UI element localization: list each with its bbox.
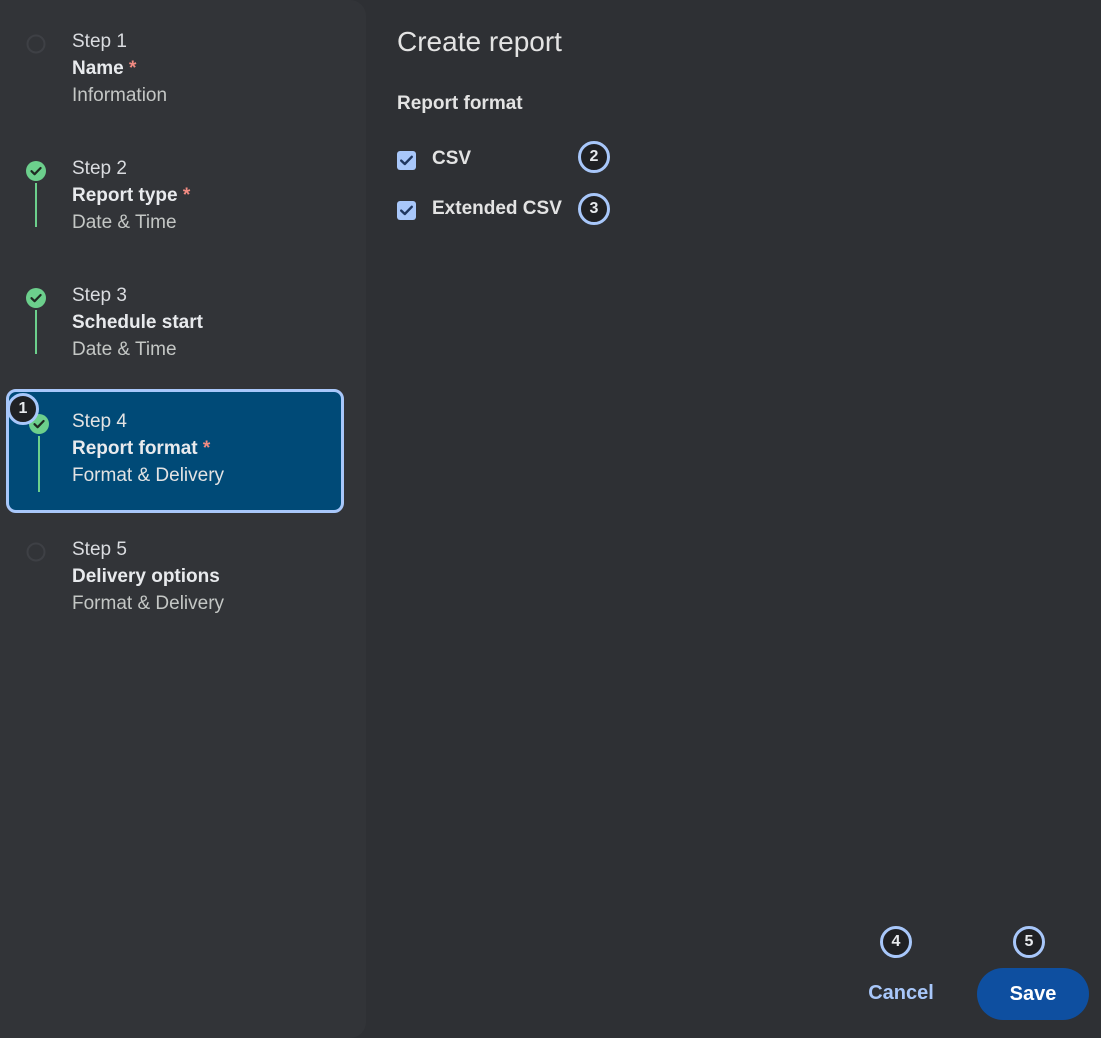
step-number: Step 3 [72,285,127,306]
cancel-button[interactable]: Cancel [856,968,946,1018]
step-subtitle: Information [72,85,168,106]
step-incomplete-icon [26,542,46,562]
step-number: Step 4 [72,411,127,432]
callout-badge: 5 [1013,926,1045,958]
step-subtitle: Format & Delivery [72,465,225,486]
step-5[interactable]: Step 5 Delivery options Format & Deliver… [0,508,366,620]
check-circle-icon [26,288,46,308]
step-1[interactable]: Step 1 Name * Information [0,0,366,112]
step-title: Name [72,58,124,79]
step-title: Delivery options [72,566,220,587]
checkbox-label: Extended CSV [432,198,562,219]
main-panel: Create report Report format CSV Extended… [366,0,1101,1038]
checkbox-label: CSV [432,148,472,169]
step-subtitle: Format & Delivery [72,593,225,614]
step-title: Report format [72,438,198,459]
step-title: Report type [72,185,178,206]
create-report-dialog: Step 1 Name * Information Step 2 Report … [0,0,1101,1038]
stepper-sidebar: Step 1 Name * Information Step 2 Report … [0,0,366,1038]
required-asterisk: * [129,58,137,79]
step-number: Step 5 [72,539,127,560]
check-circle-icon [26,161,46,181]
step-3[interactable]: Step 3 Schedule start Date & Time [0,254,366,366]
page-title: Create report [397,26,562,57]
step-number: Step 1 [72,31,127,52]
step-connector [38,436,40,492]
step-number: Step 2 [72,158,127,179]
save-button[interactable]: Save [977,968,1089,1020]
callout-badge: 4 [880,926,912,958]
step-4[interactable]: Step 4 Report format * Format & Delivery [6,389,344,513]
callout-badge: 1 [7,393,39,425]
step-subtitle: Date & Time [72,339,177,360]
step-2[interactable]: Step 2 Report type * Date & Time [0,127,366,239]
step-connector [35,183,37,227]
checkbox-checked-icon[interactable] [397,151,416,170]
callout-badge: 2 [578,141,610,173]
checkbox-checked-icon[interactable] [397,201,416,220]
step-incomplete-icon [26,34,46,54]
required-asterisk: * [182,185,191,206]
callout-badge: 3 [578,193,610,225]
required-asterisk: * [202,438,211,459]
section-label: Report format [397,93,523,114]
step-title: Schedule start [72,312,203,333]
step-connector [35,310,37,354]
step-subtitle: Date & Time [72,212,177,233]
